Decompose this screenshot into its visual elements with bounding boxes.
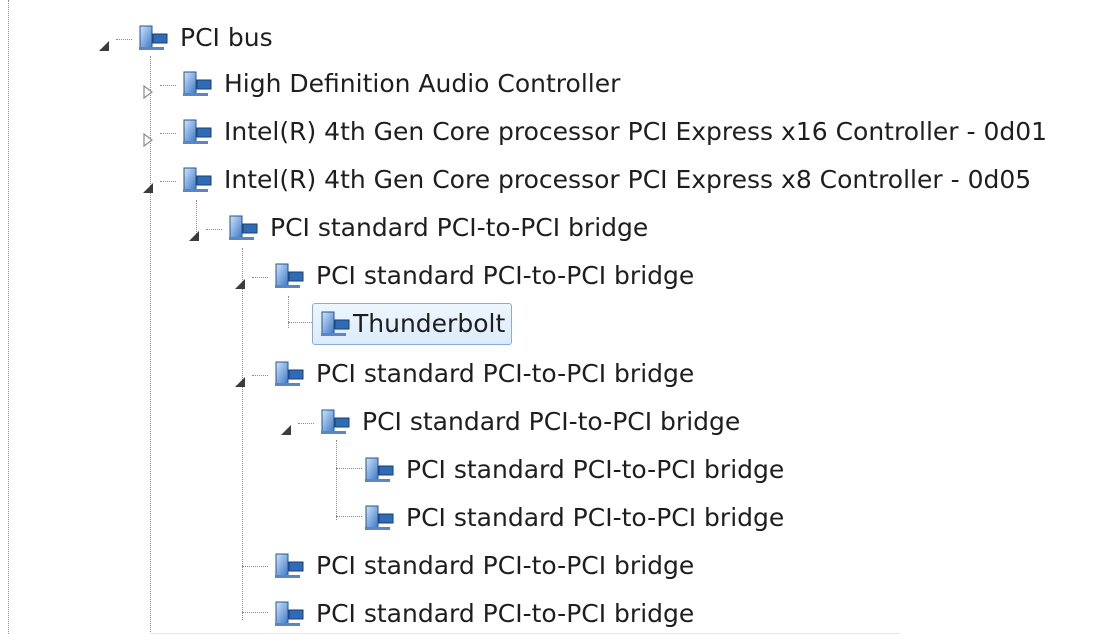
tree-node-label: PCI standard PCI-to-PCI bridge (406, 503, 785, 532)
tree-node-label: PCI standard PCI-to-PCI bridge (316, 599, 695, 628)
expanded-triangle-icon[interactable] (278, 415, 294, 435)
expanded-triangle-icon[interactable] (232, 367, 248, 387)
tree-guide-line (288, 296, 289, 328)
tree-connector (242, 612, 268, 613)
network-adapter-icon (272, 552, 304, 580)
network-adapter-icon (318, 408, 350, 436)
expanded-triangle-icon[interactable] (232, 269, 248, 289)
expanded-triangle-icon[interactable] (96, 31, 112, 51)
network-adapter-icon (180, 166, 212, 194)
network-adapter-icon (180, 70, 212, 98)
tree-node-label: PCI standard PCI-to-PCI bridge (316, 551, 695, 580)
network-adapter-icon (272, 262, 304, 290)
tree-connector (116, 39, 132, 40)
network-adapter-icon (226, 214, 258, 242)
tree-node-label: PCI standard PCI-to-PCI bridge (362, 407, 741, 436)
tree-connector (206, 229, 222, 230)
tree-connector (252, 375, 268, 376)
tree-connector (288, 322, 314, 323)
tree-guide-line (8, 0, 9, 634)
network-adapter-icon (318, 310, 350, 338)
tree-node-label: Intel(R) 4th Gen Core processor PCI Expr… (224, 165, 1032, 194)
tree-connector (336, 516, 362, 517)
tree-guide-line (336, 440, 337, 520)
collapsed-triangle-icon[interactable] (140, 77, 156, 100)
network-adapter-icon (272, 360, 304, 388)
expanded-triangle-icon[interactable] (140, 173, 156, 193)
expanded-triangle-icon[interactable] (186, 221, 202, 241)
tree-connector (252, 277, 268, 278)
network-adapter-icon (362, 504, 394, 532)
tree-guide-line (242, 248, 243, 620)
network-adapter-icon (272, 600, 304, 628)
tree-connector (242, 566, 268, 567)
tree-node-label: PCI standard PCI-to-PCI bridge (406, 455, 785, 484)
network-adapter-icon (180, 118, 212, 146)
tree-node-label: PCI bus (180, 23, 273, 52)
tree-connector (160, 133, 176, 134)
tree-connector (298, 423, 314, 424)
tree-node-label: Intel(R) 4th Gen Core processor PCI Expr… (224, 117, 1048, 146)
tree-connector (160, 85, 176, 86)
tree-node-label: High Definition Audio Controller (224, 69, 621, 98)
device-tree: PCI bus High Definition Audio Controller I… (0, 0, 1117, 634)
tree-connector (160, 181, 176, 182)
tree-node-label: PCI standard PCI-to-PCI bridge (316, 359, 695, 388)
collapsed-triangle-icon[interactable] (140, 125, 156, 148)
tree-node-label: PCI standard PCI-to-PCI bridge (316, 261, 695, 290)
tree-node-label: PCI standard PCI-to-PCI bridge (270, 213, 649, 242)
tree-connector (336, 468, 362, 469)
network-adapter-icon (136, 24, 168, 52)
network-adapter-icon (362, 456, 394, 484)
